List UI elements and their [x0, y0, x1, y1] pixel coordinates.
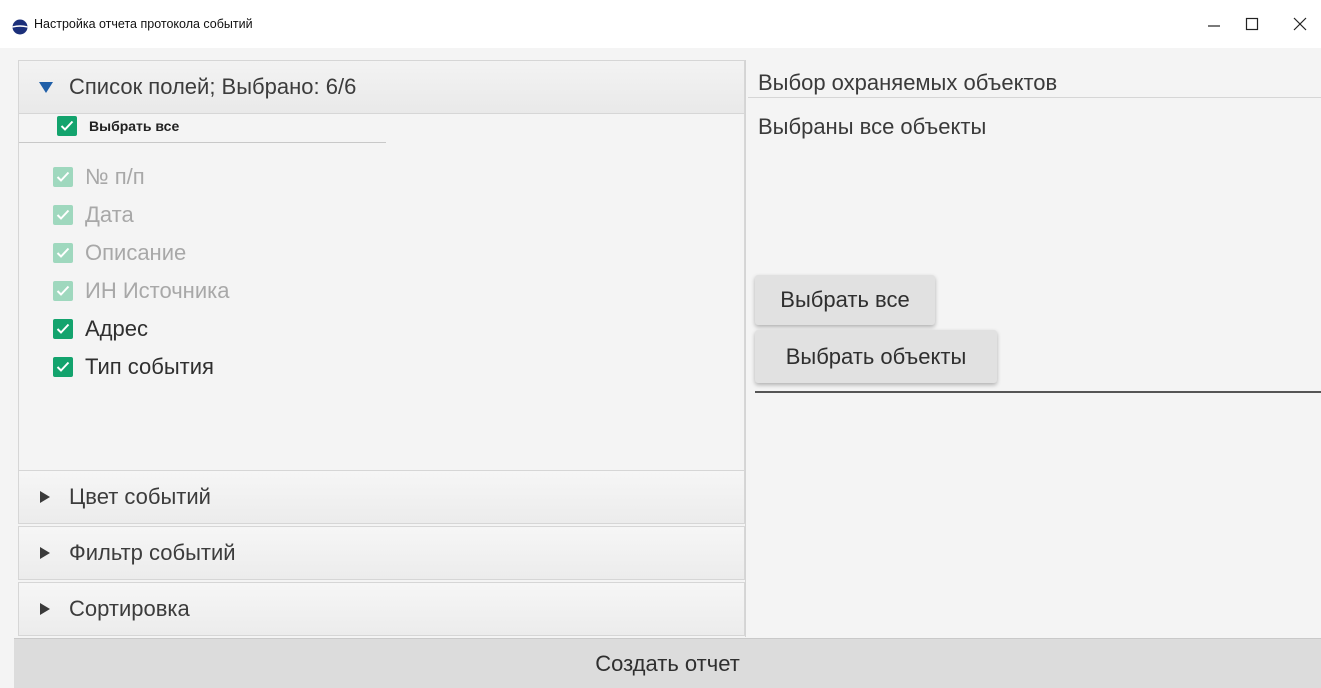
field-list-panel: Выбрать все № п/п Дата Описание ИН Источ… — [18, 114, 745, 470]
collapsed-arrow-icon — [39, 546, 53, 560]
maximize-button[interactable] — [1232, 8, 1272, 40]
field-checkbox-event-type[interactable]: Тип события — [53, 354, 214, 380]
field-label: Дата — [85, 202, 134, 227]
settings-accordion: Список полей; Выбрано: 6/6 Выбрать все №… — [18, 60, 746, 637]
checkbox-checked-icon — [57, 116, 77, 136]
checkbox-checked-icon — [53, 167, 73, 187]
checkbox-checked-icon — [53, 319, 73, 339]
field-label: № п/п — [85, 164, 145, 189]
create-report-button[interactable]: Создать отчет — [14, 638, 1321, 688]
app-logo-icon — [12, 19, 28, 35]
field-label: Описание — [85, 240, 187, 265]
checkbox-checked-icon — [53, 205, 73, 225]
checkbox-checked-icon — [53, 357, 73, 377]
select-objects-button[interactable]: Выбрать объекты — [755, 330, 997, 383]
collapsed-arrow-icon — [39, 602, 53, 616]
minimize-icon — [1208, 25, 1220, 27]
objects-panel-bottom-line — [755, 391, 1321, 393]
minimize-button[interactable] — [1194, 8, 1234, 40]
objects-selection-status: Выбраны все объекты — [758, 114, 987, 139]
maximize-icon — [1245, 17, 1259, 31]
objects-panel-divider — [748, 97, 1321, 98]
select-all-objects-button[interactable]: Выбрать все — [755, 275, 935, 325]
event-color-header[interactable]: Цвет событий — [18, 470, 745, 524]
event-filter-label: Фильтр событий — [69, 540, 236, 565]
field-label: ИН Источника — [85, 278, 230, 303]
field-checkbox-number: № п/п — [53, 164, 145, 190]
collapsed-arrow-icon — [39, 490, 53, 504]
checkbox-checked-icon — [53, 281, 73, 301]
event-filter-header[interactable]: Фильтр событий — [18, 526, 745, 580]
field-label: Тип события — [85, 354, 214, 379]
objects-panel-title: Выбор охраняемых объектов — [758, 70, 1058, 95]
title-bar: Настройка отчета протокола событий — [0, 0, 1321, 48]
select-all-divider — [19, 142, 386, 143]
sorting-label: Сортировка — [69, 596, 190, 621]
field-checkbox-source-id: ИН Источника — [53, 278, 229, 304]
sorting-header[interactable]: Сортировка — [18, 582, 745, 636]
select-all-fields-checkbox[interactable]: Выбрать все — [57, 116, 179, 136]
field-label: Адрес — [85, 316, 148, 341]
field-list-header[interactable]: Список полей; Выбрано: 6/6 — [18, 60, 745, 114]
checkbox-checked-icon — [53, 243, 73, 263]
close-icon — [1293, 17, 1307, 31]
select-all-fields-label: Выбрать все — [89, 118, 180, 134]
field-checkbox-description: Описание — [53, 240, 186, 266]
close-button[interactable] — [1280, 8, 1320, 40]
field-checkbox-date: Дата — [53, 202, 134, 228]
field-list-header-label: Список полей; Выбрано: 6/6 — [69, 74, 357, 99]
dialog-content: Список полей; Выбрано: 6/6 Выбрать все №… — [0, 48, 1321, 688]
window-title: Настройка отчета протокола событий — [34, 17, 253, 31]
event-color-label: Цвет событий — [69, 484, 211, 509]
expanded-arrow-icon — [39, 80, 53, 94]
field-checkbox-address[interactable]: Адрес — [53, 316, 148, 342]
